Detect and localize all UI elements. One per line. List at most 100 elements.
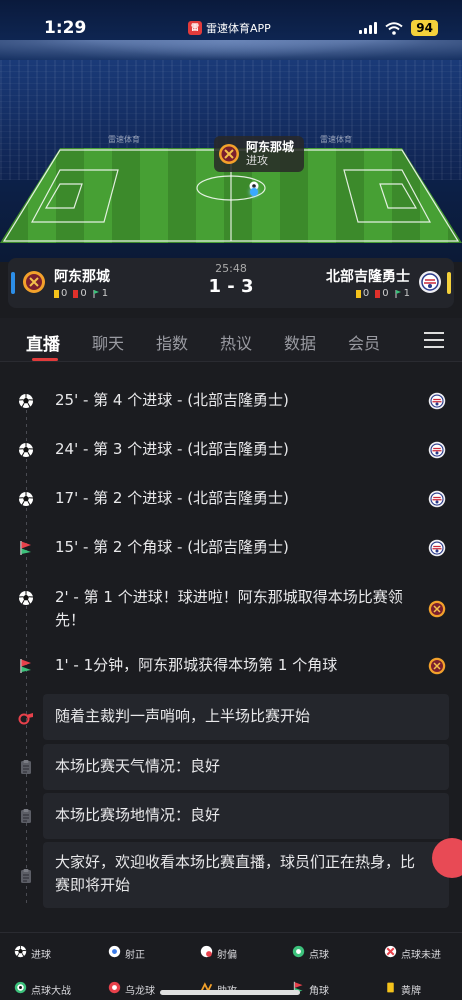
timeline-event: 随着主裁判一声哨响，上半场比赛开始 bbox=[0, 694, 462, 740]
away-team-crest-icon bbox=[428, 539, 446, 557]
corner-flag-icon bbox=[395, 289, 401, 298]
away-yellow-count: 0 bbox=[362, 288, 370, 299]
timeline-event-text: 17' - 第 2 个进球 - (北部吉隆勇士) bbox=[55, 489, 289, 507]
timeline-event-card: 本场比赛场地情况：良好 bbox=[43, 793, 449, 839]
legend-label: 黄牌 bbox=[401, 985, 421, 997]
active-tab-indicator bbox=[32, 358, 58, 361]
timeline-event-card: 本场比赛天气情况：良好 bbox=[43, 744, 449, 790]
timeline-event-text: 随着主裁判一声哨响，上半场比赛开始 bbox=[55, 707, 311, 725]
ball-position-marker bbox=[250, 188, 258, 196]
clipboard-icon bbox=[18, 808, 34, 824]
goal-icon bbox=[14, 945, 27, 961]
timeline-event: 2' - 第 1 个进球！球进啦！阿东那城取得本场比赛领先！ bbox=[0, 586, 462, 634]
legend-label: 射正 bbox=[125, 949, 145, 961]
timeline-event-text: 本场比赛场地情况：良好 bbox=[55, 806, 221, 824]
legend-item: 黄牌 bbox=[384, 981, 421, 997]
goal-icon bbox=[18, 590, 34, 606]
goal-icon bbox=[18, 442, 34, 458]
goal-icon bbox=[18, 393, 34, 409]
timeline-event-text: 2' - 第 1 个进球！球进啦！阿东那城取得本场比赛领先！ bbox=[55, 588, 403, 629]
clipboard-icon bbox=[18, 759, 34, 775]
timeline-event: 本场比赛天气情况：良好 bbox=[0, 744, 462, 790]
away-team-crest-icon bbox=[428, 490, 446, 508]
clock: 1:29 bbox=[44, 18, 87, 38]
legend-label: 点球未进 bbox=[401, 949, 441, 961]
legend-item: 点球未进 bbox=[384, 945, 441, 961]
timeline-event: 15' - 第 2 个角球 - (北部吉隆勇士) bbox=[0, 536, 462, 560]
own-goal-icon bbox=[108, 981, 121, 997]
tab-chat[interactable]: 聊天 bbox=[92, 330, 124, 354]
timeline-event-text: 1' - 1分钟，阿东那城获得本场第 1 个角球 bbox=[55, 656, 338, 674]
corner-flag-icon bbox=[18, 658, 34, 674]
legend-label: 点球 bbox=[309, 949, 329, 961]
timeline-event-text: 大家好，欢迎收看本场比赛直播，球员们正在热身，比赛即将开始 bbox=[55, 853, 416, 894]
shot-off-target-icon bbox=[200, 945, 213, 961]
shot-on-target-icon bbox=[108, 945, 121, 961]
legend-item: 进球 bbox=[14, 945, 51, 961]
menu-icon[interactable] bbox=[424, 332, 444, 348]
tab-data[interactable]: 数据 bbox=[284, 330, 316, 354]
legend-item: 点球 bbox=[292, 945, 329, 961]
penalty-icon bbox=[292, 945, 305, 961]
away-team-crest-icon bbox=[428, 441, 446, 459]
away-team-name: 北部吉隆勇士 bbox=[326, 269, 410, 285]
away-red-count: 0 bbox=[382, 288, 389, 299]
back-to-app-link[interactable]: 雷 雷速体育APP bbox=[188, 20, 271, 36]
tab-discussion[interactable]: 热议 bbox=[220, 330, 252, 354]
timeline-event: 本场比赛场地情况：良好 bbox=[0, 793, 462, 839]
yellow-card-icon bbox=[384, 981, 397, 997]
goal-icon bbox=[18, 491, 34, 507]
ad-board: 雷速体育 bbox=[320, 135, 352, 144]
legend-item: 点球大战 bbox=[14, 981, 71, 997]
ball-icon bbox=[249, 176, 259, 191]
live-event-bubble: 阿东那城 进攻 bbox=[214, 136, 305, 172]
legend-label: 乌龙球 bbox=[125, 985, 155, 997]
live-event-timeline: 25' - 第 4 个进球 - (北部吉隆勇士) 24' - 第 3 个进球 - … bbox=[0, 376, 462, 921]
timeline-event-card: 大家好，欢迎收看本场比赛直播，球员们正在热身，比赛即将开始 bbox=[43, 842, 449, 908]
home-team-crest-icon bbox=[219, 144, 239, 164]
tab-bar: 直播 聊天 指数 热议 数据 会员 bbox=[0, 318, 462, 362]
penalty-missed-icon bbox=[384, 945, 397, 961]
timeline-event-text: 24' - 第 3 个进球 - (北部吉隆勇士) bbox=[55, 440, 289, 458]
tab-odds[interactable]: 指数 bbox=[156, 330, 188, 354]
red-card-icon bbox=[375, 289, 381, 298]
cellular-signal-icon bbox=[359, 22, 378, 34]
timeline-event: 大家好，欢迎收看本场比赛直播，球员们正在热身，比赛即将开始 bbox=[0, 842, 462, 908]
scoreboard: 阿东那城 0 0 1 25:48 1 - 3 北部吉隆勇士 0 0 1 bbox=[8, 258, 454, 308]
tab-membership[interactable]: 会员 bbox=[348, 330, 380, 354]
home-indicator bbox=[160, 990, 300, 995]
timeline-event: 17' - 第 2 个进球 - (北部吉隆勇士) bbox=[0, 487, 462, 511]
away-team-crest-icon bbox=[419, 271, 441, 293]
home-team-crest-icon bbox=[428, 657, 446, 675]
ad-board: 雷速体育 bbox=[108, 135, 140, 144]
clipboard-icon bbox=[18, 868, 34, 884]
yellow-card-icon bbox=[355, 289, 361, 298]
match-animation-panel: 雷速体育 雷速体育 阿东那城 进攻 1:29 雷 雷速体育APP 94 bbox=[0, 0, 462, 262]
legend-label: 点球大战 bbox=[31, 985, 71, 997]
app-logo-icon: 雷 bbox=[188, 21, 202, 35]
timeline-event-text: 本场比赛天气情况：良好 bbox=[55, 757, 221, 775]
tab-live[interactable]: 直播 bbox=[26, 330, 60, 355]
corner-flag-icon bbox=[18, 540, 34, 556]
app-name: 雷速体育APP bbox=[206, 22, 271, 35]
timeline-event-text: 15' - 第 2 个角球 - (北部吉隆勇士) bbox=[55, 538, 289, 556]
timeline-event-card: 随着主裁判一声哨响，上半场比赛开始 bbox=[43, 694, 449, 740]
away-team-crest-icon bbox=[428, 392, 446, 410]
status-bar: 1:29 雷 雷速体育APP 94 bbox=[0, 0, 462, 58]
home-team-crest-icon bbox=[428, 600, 446, 618]
legend-item: 射偏 bbox=[200, 945, 237, 961]
legend-label: 角球 bbox=[309, 985, 329, 997]
away-team[interactable]: 北部吉隆勇士 0 0 1 bbox=[326, 266, 442, 299]
legend-label: 射偏 bbox=[217, 949, 237, 961]
wifi-icon bbox=[385, 21, 403, 35]
timeline-event: 24' - 第 3 个进球 - (北部吉隆勇士) bbox=[0, 438, 462, 462]
penalty-shootout-icon bbox=[14, 981, 27, 997]
timeline-event: 1' - 1分钟，阿东那城获得本场第 1 个角球 bbox=[0, 654, 462, 678]
legend-label: 进球 bbox=[31, 949, 51, 961]
battery-indicator: 94 bbox=[411, 20, 438, 36]
timeline-event-text: 25' - 第 4 个进球 - (北部吉隆勇士) bbox=[55, 391, 289, 409]
legend-item: 射正 bbox=[108, 945, 145, 961]
event-team-name: 阿东那城 bbox=[246, 140, 295, 154]
event-action: 进攻 bbox=[246, 154, 268, 167]
whistle-icon bbox=[18, 709, 34, 725]
